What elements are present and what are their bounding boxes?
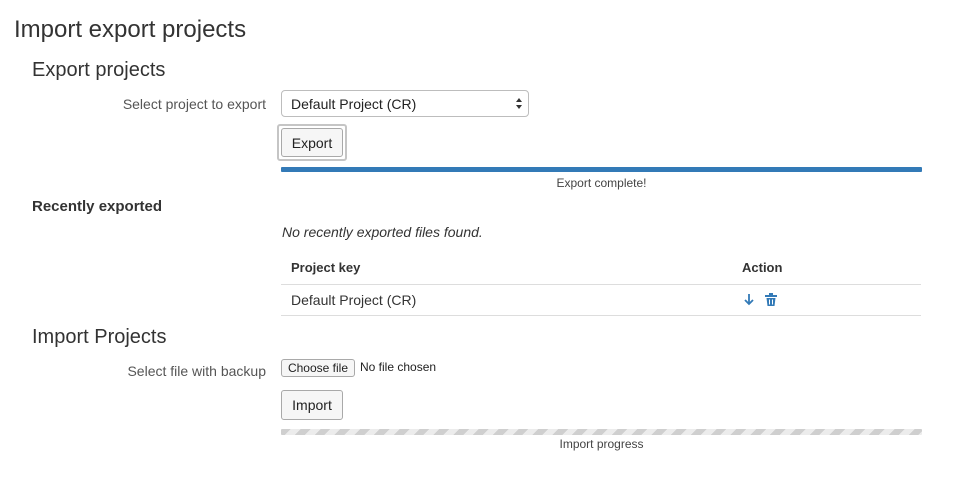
select-arrows-icon [516,98,522,109]
empty-message: No recently exported files found. [282,224,483,240]
project-select-value: Default Project (CR) [291,96,417,112]
import-progress-bar [281,429,922,435]
column-header-action: Action [742,260,783,275]
export-section-title: Export projects [32,59,166,81]
file-status: No file chosen [360,360,437,374]
choose-file-button[interactable]: Choose file [281,359,355,377]
export-button[interactable]: Export [281,128,343,157]
recently-exported-title: Recently exported [32,198,163,215]
export-button-focus-ring: Export [277,124,347,161]
export-progress-fill [281,167,922,172]
trash-icon[interactable] [764,292,778,307]
download-icon[interactable] [742,292,756,307]
select-file-label: Select file with backup [127,363,266,379]
table-row: Default Project (CR) [281,285,921,316]
import-progress-label: Import progress [559,437,644,451]
export-progress-status: Export complete! [556,176,647,190]
project-key-cell: Default Project (CR) [291,292,417,308]
project-select[interactable]: Default Project (CR) [281,90,529,117]
page-title: Import export projects [14,16,247,43]
import-section-title: Import Projects [32,326,167,348]
import-button[interactable]: Import [281,390,343,420]
column-header-project-key: Project key [291,260,361,275]
export-progress-bar [281,167,922,172]
select-project-label: Select project to export [122,96,266,112]
